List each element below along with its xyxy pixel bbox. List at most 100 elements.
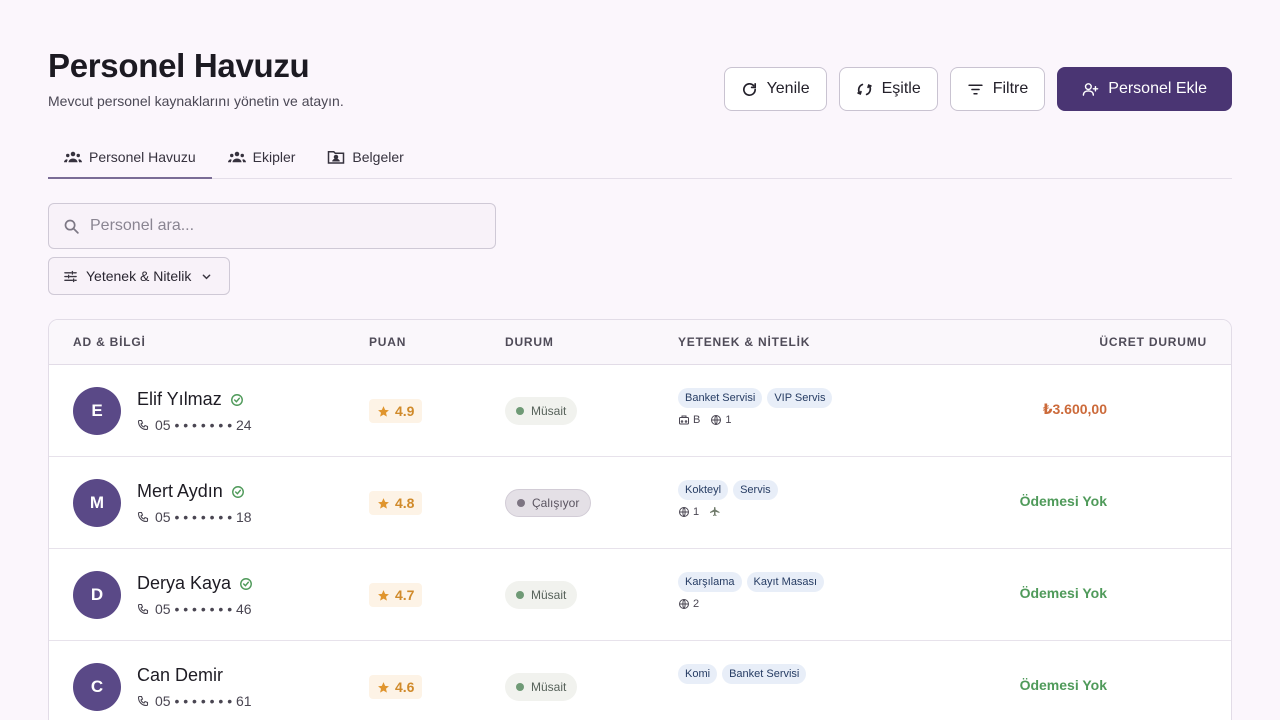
- phone-icon: [137, 511, 149, 523]
- rating-badge: 4.9: [369, 399, 423, 423]
- staff-table: AD & BİLGİ PUAN DURUM YETENEK & NİTELİK …: [48, 319, 1232, 720]
- skill-meta: 2: [678, 598, 824, 610]
- search-icon: [64, 219, 79, 234]
- skill-tag: Banket Servisi: [678, 388, 763, 408]
- staff-phone: 05 • • • • • • • 24: [137, 417, 252, 433]
- fee-status: Ödemesi Yok: [1019, 677, 1107, 693]
- license-info: B: [678, 414, 700, 426]
- group-icon: [64, 151, 82, 162]
- table-row[interactable]: M Mert Aydın 05 • • • • • • • 18 4.8 Çalışıy…: [49, 457, 1231, 549]
- header-actions: Yenile Eşitle Filtre Personel Ekle: [723, 67, 1232, 111]
- skills-cell: Banket Servisi VIP Servis B 1: [678, 388, 833, 426]
- table-body: E Elif Yılmaz 05 • • • • • • • 24 4.9 Müsait…: [49, 365, 1231, 720]
- refresh-label: Yenile: [766, 80, 810, 97]
- rating-badge: 4.6: [369, 675, 423, 699]
- sliders-icon: [64, 270, 77, 282]
- skill-tag: Komi: [678, 664, 718, 684]
- skill-tag: Servis: [733, 480, 778, 500]
- staff-phone: 05 • • • • • • • 18: [137, 509, 252, 525]
- skill-tags: Komi Banket Servisi: [678, 664, 807, 684]
- phone-icon: [137, 419, 149, 431]
- language-count: 2: [693, 598, 700, 610]
- skill-tags: Banket Servisi VIP Servis: [678, 388, 833, 408]
- table-row[interactable]: D Derya Kaya 05 • • • • • • • 46 4.7 Müsait K…: [49, 549, 1231, 641]
- column-header-fee[interactable]: ÜCRET DURUMU: [1099, 335, 1207, 349]
- fee-status: Ödemesi Yok: [1019, 585, 1107, 601]
- sync-button[interactable]: Eşitle: [838, 67, 938, 111]
- page-subtitle: Mevcut personel kaynaklarını yönetin ve …: [48, 93, 344, 109]
- language-info: 1: [678, 506, 699, 518]
- tab-bar: Personel Havuzu Ekipler Belgeler: [48, 136, 1232, 179]
- globe-icon: [711, 415, 722, 425]
- travel-info: [709, 506, 721, 518]
- avatar: M: [73, 479, 121, 527]
- license-car-icon: [679, 415, 689, 425]
- status-dot: [517, 499, 525, 507]
- avatar: D: [73, 571, 121, 619]
- chevron-down-icon: [202, 274, 211, 279]
- filter-label: Filtre: [992, 80, 1029, 97]
- license-class: B: [693, 414, 701, 426]
- phone-text: 05 • • • • • • • 18: [155, 509, 252, 525]
- status-dot: [516, 591, 524, 599]
- phone-text: 05 • • • • • • • 46: [155, 601, 252, 617]
- skill-filter-dropdown[interactable]: Yetenek & Nitelik: [48, 257, 230, 295]
- skill-tag: Karşılama: [678, 572, 742, 592]
- verified-check-icon: [230, 393, 243, 406]
- sync-label: Eşitle: [881, 80, 921, 97]
- table-header: AD & BİLGİ PUAN DURUM YETENEK & NİTELİK …: [49, 320, 1231, 365]
- star-icon: [378, 681, 389, 693]
- globe-icon: [679, 599, 689, 609]
- tab-label: Personel Havuzu: [89, 148, 196, 165]
- fee-status: Ödemesi Yok: [1019, 493, 1107, 509]
- filter-button[interactable]: Filtre: [949, 67, 1046, 111]
- add-staff-label: Personel Ekle: [1108, 80, 1207, 97]
- staff-name[interactable]: Mert Aydın: [137, 481, 245, 502]
- search-input[interactable]: [90, 217, 470, 235]
- rating-value: 4.8: [395, 495, 415, 511]
- rating-value: 4.6: [395, 679, 415, 695]
- column-header-status[interactable]: DURUM: [505, 335, 554, 349]
- skill-meta: B1: [678, 414, 832, 426]
- table-row[interactable]: E Elif Yılmaz 05 • • • • • • • 24 4.9 Müsait…: [49, 365, 1231, 457]
- filter-lines-icon: [968, 83, 983, 95]
- page-title: Personel Havuzu: [48, 47, 310, 84]
- tab-documents[interactable]: Belgeler: [311, 136, 419, 178]
- phone-text: 05 • • • • • • • 24: [155, 417, 252, 433]
- status-text: Müsait: [531, 680, 567, 694]
- staff-name[interactable]: Elif Yılmaz: [137, 389, 244, 410]
- tab-label: Ekipler: [252, 149, 296, 165]
- tab-teams[interactable]: Ekipler: [212, 136, 312, 178]
- skill-tags: Kokteyl Servis: [678, 480, 778, 500]
- fee-status: ₺3.600,00: [1042, 401, 1107, 417]
- rating-badge: 4.7: [369, 583, 423, 607]
- skills-cell: Karşılama Kayıt Masası 2: [678, 572, 825, 610]
- staff-name[interactable]: Can Demir: [137, 665, 223, 686]
- skill-tag: Kokteyl: [678, 480, 729, 500]
- status-dot: [516, 407, 524, 415]
- column-header-rating[interactable]: PUAN: [369, 335, 406, 349]
- staff-phone: 05 • • • • • • • 46: [137, 601, 252, 617]
- sync-icon: [856, 83, 872, 95]
- language-count: 1: [693, 506, 700, 518]
- star-icon: [378, 405, 389, 417]
- column-header-skills[interactable]: YETENEK & NİTELİK: [678, 335, 810, 349]
- table-row[interactable]: C Can Demir 05 • • • • • • • 61 4.6 Müsait Ko…: [49, 641, 1231, 720]
- rating-value: 4.9: [395, 403, 415, 419]
- status-dot: [516, 683, 524, 691]
- column-header-name[interactable]: AD & BİLGİ: [73, 335, 146, 349]
- refresh-button[interactable]: Yenile: [723, 67, 827, 111]
- skill-tags: Karşılama Kayıt Masası: [678, 572, 825, 592]
- status-badge: Müsait: [505, 397, 578, 425]
- verified-check-icon: [231, 485, 244, 498]
- filter-chip-label: Yetenek & Nitelik: [86, 268, 192, 284]
- rating-badge: 4.8: [369, 491, 423, 515]
- tab-staff-pool[interactable]: Personel Havuzu: [48, 136, 212, 179]
- tab-label: Belgeler: [352, 149, 404, 165]
- staff-pool-page: Personel Havuzu Mevcut personel kaynakla…: [0, 0, 1280, 720]
- star-icon: [378, 589, 389, 601]
- add-staff-button[interactable]: Personel Ekle: [1057, 67, 1232, 111]
- skill-meta: 1: [678, 506, 778, 518]
- status-text: Müsait: [531, 404, 567, 418]
- staff-name[interactable]: Derya Kaya: [137, 573, 253, 594]
